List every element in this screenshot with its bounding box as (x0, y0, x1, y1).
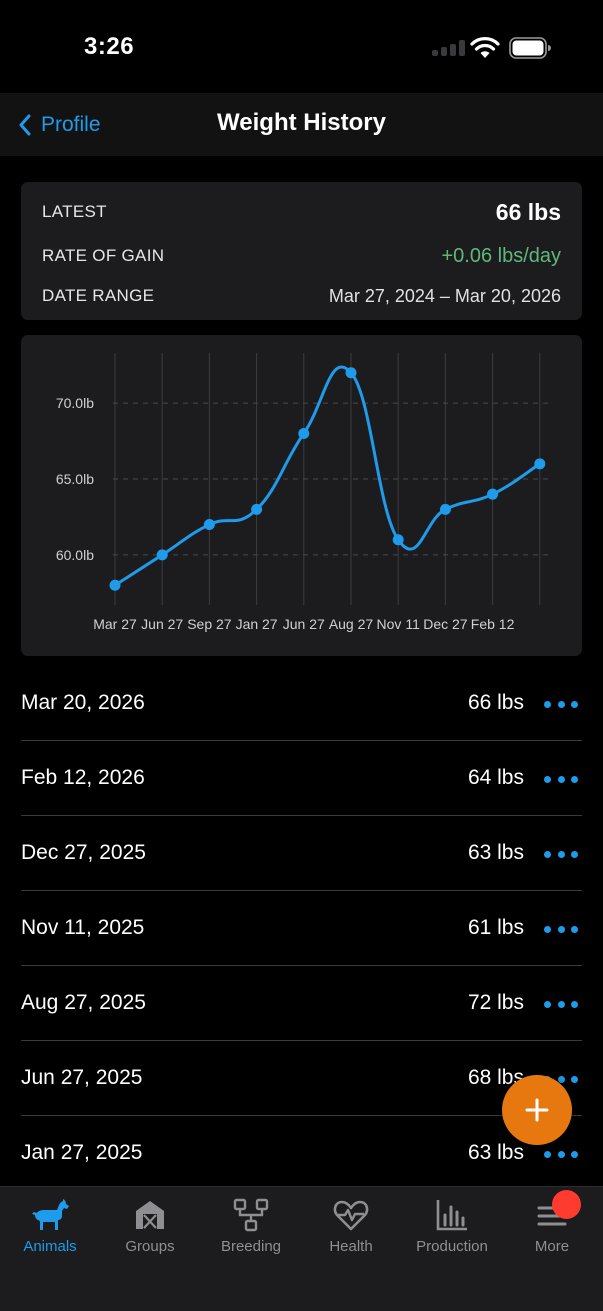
x-tick-label: Aug 27 (329, 616, 374, 632)
data-point (109, 579, 121, 591)
tab-breeding[interactable]: Breeding (201, 1197, 301, 1257)
bar-chart-icon (436, 1200, 467, 1231)
more-options-icon[interactable] (544, 844, 578, 864)
x-tick-label: Mar 27 (93, 616, 137, 632)
rate-label: RATE OF GAIN (42, 246, 165, 265)
cellular-signal-icon (432, 40, 466, 56)
navigation-bar: Profile Weight History (0, 93, 603, 156)
rate-row: RATE OF GAIN +0.06 lbs/day (42, 244, 561, 268)
data-point (345, 367, 357, 379)
date-range-row: DATE RANGE Mar 27, 2024 – Mar 20, 2026 (42, 284, 561, 308)
latest-value: 66 lbs (495, 198, 561, 225)
x-tick-label: Sep 27 (187, 616, 232, 632)
data-point (439, 503, 451, 515)
entry-date: Jan 27, 2025 (21, 1141, 143, 1164)
tab-label-more: More (534, 1238, 570, 1255)
x-tick-label: Jan 27 (236, 616, 278, 632)
tab-label-animals: Animals (23, 1238, 77, 1255)
status-bar: 3:26 (0, 0, 603, 93)
x-tick-label: Nov 11 (377, 616, 421, 632)
weight-entry-row[interactable]: Nov 11, 2025 61 lbs (21, 891, 582, 966)
y-tick-label: 60.0lb (56, 547, 94, 563)
tab-animals[interactable]: Animals (0, 1197, 100, 1257)
more-options-icon[interactable] (544, 694, 578, 714)
data-point (251, 503, 263, 515)
entry-date: Feb 12, 2026 (21, 766, 145, 789)
weight-entry-row[interactable]: Feb 12, 2026 64 lbs (21, 741, 582, 816)
weight-entry-list: Mar 20, 2026 66 lbs Feb 12, 2026 64 lbs Dec … (21, 666, 582, 1191)
tab-label-production: Production (416, 1238, 488, 1255)
rate-value: +0.06 lbs/day (441, 244, 561, 267)
tab-groups[interactable]: Groups (100, 1197, 200, 1257)
data-point (487, 488, 499, 500)
data-point (534, 458, 546, 470)
x-tick-label: Dec 27 (423, 616, 468, 632)
data-point (298, 427, 310, 439)
entry-date: Mar 20, 2026 (21, 691, 145, 714)
date-range-label: DATE RANGE (42, 286, 155, 305)
weight-entry-row[interactable]: Jun 27, 2025 68 lbs (21, 1041, 582, 1116)
add-weight-button[interactable] (502, 1075, 572, 1145)
latest-row: LATEST 66 lbs (42, 199, 561, 225)
data-point (156, 549, 168, 561)
pedigree-icon (233, 1198, 269, 1232)
entry-weight: 61 lbs (467, 916, 524, 939)
weight-chart-card: 60.0lb 65.0lb 70.0lb Mar 27 Jun 27 Sep 27 Jan … (21, 335, 582, 656)
entry-date: Jun 27, 2025 (21, 1066, 143, 1089)
tab-label-breeding: Breeding (220, 1238, 282, 1255)
wifi-icon (470, 37, 500, 58)
entry-date: Nov 11, 2025 (21, 916, 145, 939)
entry-weight: 63 lbs (467, 1141, 524, 1164)
x-tick-label: Jun 27 (141, 616, 183, 632)
data-point (203, 519, 215, 531)
more-options-icon[interactable] (544, 769, 578, 789)
entry-weight: 72 lbs (467, 991, 524, 1014)
page-title: Weight History (217, 109, 386, 136)
entry-date: Aug 27, 2025 (21, 991, 146, 1014)
more-options-icon[interactable] (544, 994, 578, 1014)
entry-weight: 66 lbs (467, 691, 524, 714)
y-tick-label: 65.0lb (56, 471, 94, 487)
weight-entry-row[interactable]: Aug 27, 2025 72 lbs (21, 966, 582, 1041)
tab-production[interactable]: Production (402, 1197, 502, 1257)
data-point (392, 534, 404, 546)
tab-health[interactable]: Health (301, 1197, 401, 1257)
notification-badge (552, 1190, 581, 1219)
battery-icon (509, 37, 551, 59)
y-tick-label: 70.0lb (56, 395, 94, 411)
goat-icon (32, 1199, 69, 1230)
entry-weight: 64 lbs (467, 766, 524, 789)
x-tick-label: Jun 27 (283, 616, 325, 632)
status-time: 3:26 (84, 33, 135, 60)
weight-chart: 60.0lb65.0lb70.0lbMar 27 Jun 27 Sep 27 Jan … (56, 353, 550, 632)
date-range-value: Mar 27, 2024 – Mar 20, 2026 (328, 285, 561, 306)
x-tick-label: Feb 12 (471, 616, 515, 632)
entry-weight: 63 lbs (467, 841, 524, 864)
tab-bar: Animals Groups Breeding Health Productio… (0, 1186, 603, 1311)
tab-label-groups: Groups (125, 1238, 175, 1255)
entry-date: Dec 27, 2025 (21, 841, 146, 864)
weight-entry-row[interactable]: Jan 27, 2025 63 lbs (21, 1116, 582, 1191)
weight-series-line (114, 365, 541, 587)
plus-icon (525, 1098, 549, 1122)
more-options-icon[interactable] (544, 1144, 578, 1164)
more-options-icon[interactable] (544, 919, 578, 939)
latest-label: LATEST (42, 202, 107, 221)
summary-card: LATEST 66 lbs RATE OF GAIN +0.06 lbs/day… (21, 182, 582, 320)
heart-pulse-icon (333, 1200, 369, 1231)
weight-entry-row[interactable]: Dec 27, 2025 63 lbs (21, 816, 582, 891)
tab-label-health: Health (329, 1238, 373, 1255)
barn-icon (136, 1201, 164, 1229)
weight-entry-row[interactable]: Mar 20, 2026 66 lbs (21, 666, 582, 741)
